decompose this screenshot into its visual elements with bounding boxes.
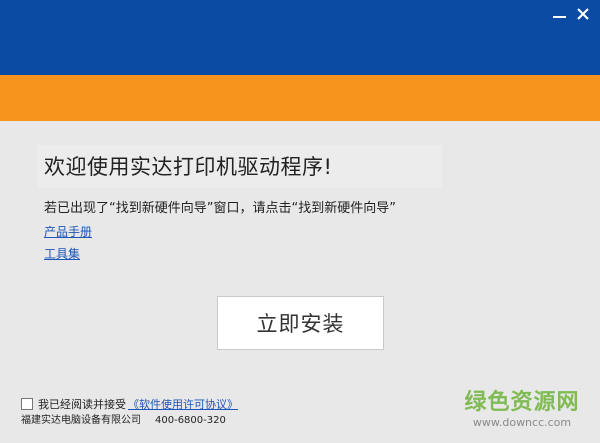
agree-label: 我已经阅读并接受 (38, 398, 126, 411)
watermark: 绿色资源网 www.downcc.com (462, 390, 582, 430)
header-blue-band (0, 0, 600, 75)
company-name: 福建实达电脑设备有限公司 (21, 415, 141, 426)
product-manual-link[interactable]: 产品手册 (44, 223, 92, 240)
welcome-title: 欢迎使用实达打印机驱动程序! (44, 155, 333, 179)
minimize-button[interactable] (547, 2, 571, 26)
header-orange-band (0, 75, 600, 121)
instruction-text: 若已出现了“找到新硬件向导”窗口，请点击“找到新硬件向导” (44, 201, 396, 216)
close-button[interactable] (571, 2, 595, 26)
watermark-title: 绿色资源网 (464, 390, 580, 415)
license-agreement-link[interactable]: 《软件使用许可协议》 (128, 396, 238, 412)
minimize-icon (552, 16, 566, 18)
watermark-url: www.downcc.com (472, 416, 572, 429)
company-phone: 400-6800-320 (155, 415, 226, 426)
agreement-row: 我已经阅读并接受 《软件使用许可协议》 (21, 396, 238, 412)
tools-link[interactable]: 工具集 (44, 245, 80, 262)
install-button[interactable]: 立即安装 (217, 296, 384, 350)
agree-checkbox[interactable] (21, 398, 33, 410)
close-icon (577, 8, 589, 20)
company-info: 福建实达电脑设备有限公司 400-6800-320 (21, 411, 226, 426)
